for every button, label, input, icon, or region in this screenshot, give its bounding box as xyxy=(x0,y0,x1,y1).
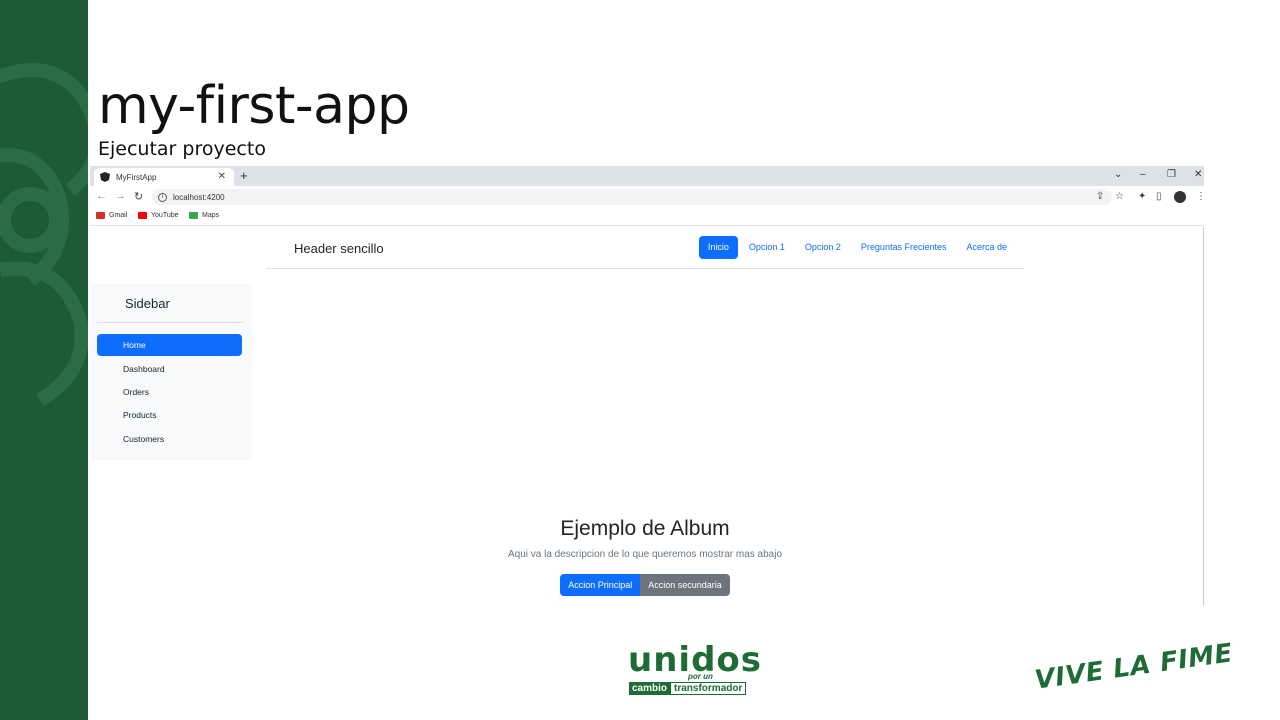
unidos-cambio: cambio xyxy=(629,682,671,695)
side-panel-icon[interactable]: ▯ xyxy=(1156,191,1162,202)
nav-link-opcion-2[interactable]: Opcion 2 xyxy=(796,236,850,259)
bookmark-maps[interactable]: Maps xyxy=(189,212,219,219)
sidebar-item-home[interactable]: Home xyxy=(97,334,242,356)
profile-avatar[interactable] xyxy=(1174,191,1186,203)
browser-tab[interactable]: MyFirstApp ✕ xyxy=(94,168,234,186)
star-icon[interactable]: ☆ xyxy=(1115,191,1124,202)
bookmark-label: Gmail xyxy=(109,212,128,219)
share-icon[interactable]: ⇪ xyxy=(1096,191,1104,202)
slide-subtitle: Ejecutar proyecto xyxy=(98,138,266,160)
bookmark-gmail[interactable]: Gmail xyxy=(96,212,127,219)
close-window-icon[interactable]: ✕ xyxy=(1194,169,1202,180)
maps-icon xyxy=(189,212,198,219)
hero-description: Aqui va la descripcion de lo que queremo… xyxy=(507,549,783,560)
header-brand[interactable]: Header sencillo xyxy=(294,241,384,256)
browser-toolbar: ← → ↻ i localhost:4200 ⇪ ☆ ✦ ▯ ⋮ xyxy=(90,186,1204,208)
bookmarks-bar: Gmail YouTube Maps xyxy=(90,208,1204,226)
back-icon[interactable]: ← xyxy=(96,190,107,202)
sidebar-item-dashboard[interactable]: Dashboard xyxy=(97,358,242,380)
tab-bar: MyFirstApp ✕ + ⌄ – ❐ ✕ xyxy=(90,166,1204,186)
album-hero: Ejemplo de Album Aqui va la descripcion … xyxy=(266,517,1024,596)
bookmark-label: YouTube xyxy=(151,212,179,219)
green-side-band xyxy=(0,0,88,720)
minimize-icon[interactable]: – xyxy=(1140,169,1146,180)
unidos-logo: unidos por un cambio transformador xyxy=(628,642,788,702)
nav-link-opcion-1[interactable]: Opcion 1 xyxy=(740,236,794,259)
url-text: localhost:4200 xyxy=(173,192,225,202)
vive-la-fime-logo: VIVE LA FIME xyxy=(1032,638,1235,696)
youtube-icon xyxy=(138,212,147,219)
hero-buttons: Accion Principal Accion secundaria xyxy=(266,574,1024,596)
sidebar-item-orders[interactable]: Orders xyxy=(97,381,242,403)
hero-title: Ejemplo de Album xyxy=(560,517,730,540)
bookmark-label: Maps xyxy=(202,212,220,219)
header-nav: Inicio Opcion 1 Opcion 2 Preguntas Freci… xyxy=(698,236,1016,259)
menu-dots-icon[interactable]: ⋮ xyxy=(1196,191,1204,202)
unidos-tagline: cambio transformador xyxy=(629,682,747,695)
tiger-watermark-icon xyxy=(0,63,88,407)
secondary-action-button[interactable]: Accion secundaria xyxy=(640,574,730,596)
slide-title: my-first-app xyxy=(98,76,410,136)
bookmark-youtube[interactable]: YouTube xyxy=(138,212,179,219)
unidos-porun: por un xyxy=(688,672,713,681)
nav-link-preguntas[interactable]: Preguntas Frecientes xyxy=(852,236,956,259)
app-header: Header sencillo Inicio Opcion 1 Opcion 2… xyxy=(266,227,1024,269)
browser-window: MyFirstApp ✕ + ⌄ – ❐ ✕ ← → ↻ i localhost… xyxy=(90,166,1204,606)
presentation-slide: my-first-app Ejecutar proyecto MyFirstAp… xyxy=(0,0,1280,720)
chevron-down-icon[interactable]: ⌄ xyxy=(1114,169,1122,180)
angular-icon xyxy=(100,172,110,182)
nav-link-acerca[interactable]: Acerca de xyxy=(957,236,1016,259)
sidebar-title[interactable]: Sidebar xyxy=(125,296,170,311)
close-tab-icon[interactable]: ✕ xyxy=(218,171,226,182)
reload-icon[interactable]: ↻ xyxy=(134,190,143,203)
gmail-icon xyxy=(96,212,105,219)
sidebar-divider xyxy=(97,322,243,323)
sidebar: Sidebar Home Dashboard Orders Products C… xyxy=(90,284,252,460)
primary-action-button[interactable]: Accion Principal xyxy=(560,574,641,596)
tab-title: MyFirstApp xyxy=(116,172,157,182)
forward-icon[interactable]: → xyxy=(115,190,126,202)
extensions-icon[interactable]: ✦ xyxy=(1138,191,1146,202)
sidebar-item-products[interactable]: Products xyxy=(97,404,242,426)
site-info-icon[interactable]: i xyxy=(158,192,167,202)
unidos-transformador: transformador xyxy=(670,682,747,695)
web-page-content: Header sencillo Inicio Opcion 1 Opcion 2… xyxy=(90,227,1204,606)
address-bar[interactable]: i localhost:4200 xyxy=(152,189,1112,205)
restore-icon[interactable]: ❐ xyxy=(1167,169,1176,180)
new-tab-icon[interactable]: + xyxy=(240,168,248,183)
nav-link-inicio[interactable]: Inicio xyxy=(698,236,738,259)
sidebar-item-customers[interactable]: Customers xyxy=(97,428,242,450)
